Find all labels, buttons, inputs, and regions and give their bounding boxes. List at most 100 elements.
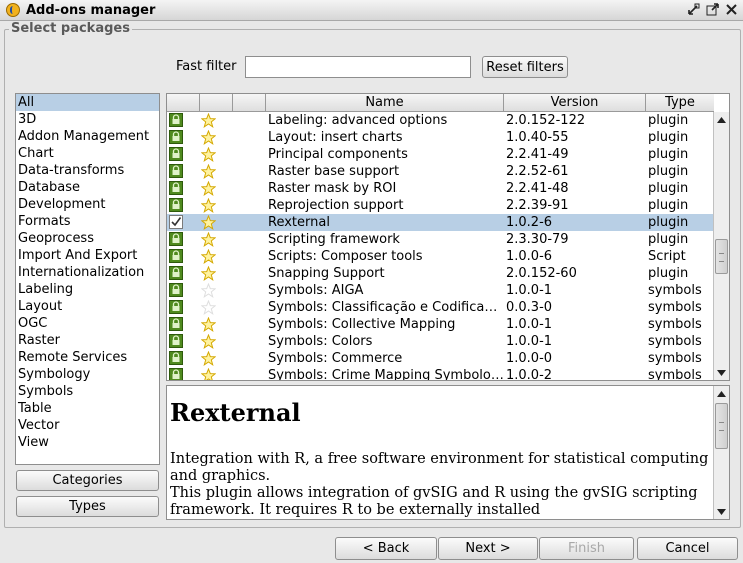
package-version-cell: 2.2.39-91 [506,198,569,213]
table-row[interactable]: Scripts: Composer tools 1.0.0-6 Script [167,248,714,265]
categories-button[interactable]: Categories [16,470,159,491]
category-item[interactable]: Layout [16,298,159,315]
package-type-cell: plugin [648,130,689,145]
category-item[interactable]: OGC [16,315,159,332]
table-row[interactable]: Reprojection support 2.2.39-91 plugin [167,197,714,214]
star-icon [200,265,217,281]
star-icon [200,282,217,298]
description-title: Rexternal [170,398,301,427]
column-header-type[interactable]: Type [646,94,714,112]
package-name-cell: Symbols: Commerce [268,351,403,366]
category-item[interactable]: Symbology [16,366,159,383]
lock-icon [169,232,183,246]
scroll-up-icon[interactable] [714,386,729,401]
package-type-cell: symbols [648,283,702,298]
description-scroll-thumb[interactable] [715,403,728,449]
column-header-status[interactable] [167,94,200,112]
table-row[interactable]: Symbols: Classificação e Codificaçã... 0.… [167,299,714,316]
lock-icon [169,300,183,314]
column-header-name[interactable]: Name [266,94,504,112]
maximize-icon[interactable] [705,2,720,17]
category-list[interactable]: All 3D Addon Management Chart Data-transform… [15,93,160,465]
category-item[interactable]: Internationalization [16,264,159,281]
back-button[interactable]: < Back [335,537,437,560]
category-item[interactable]: Raster [16,332,159,349]
cancel-button[interactable]: Cancel [637,537,738,560]
column-header-rating[interactable] [200,94,233,112]
scroll-up-icon[interactable] [714,112,729,127]
table-row[interactable]: Layout: insert charts 1.0.40-55 plugin [167,129,714,146]
category-item[interactable]: 3D [16,111,159,128]
category-item[interactable]: Development [16,196,159,213]
category-item[interactable]: Vector [16,417,159,434]
star-icon [200,367,217,380]
lock-icon [169,181,183,195]
table-row[interactable]: Labeling: advanced options 2.0.152-122 plu… [167,112,714,129]
next-button[interactable]: Next > [438,537,538,560]
description-line: This plugin allows integration of gvSIG … [170,485,698,501]
scroll-down-icon[interactable] [714,365,729,380]
checkbox-icon[interactable] [169,215,183,229]
minimize-icon[interactable] [686,2,701,17]
package-name-cell: Symbols: Colors [268,334,373,349]
category-item[interactable]: Formats [16,213,159,230]
category-item[interactable]: Data-transforms [16,162,159,179]
lock-icon [169,198,183,212]
category-item[interactable]: Chart [16,145,159,162]
gvsig-logo-icon [6,3,20,17]
star-icon [200,129,217,145]
table-scroll-thumb[interactable] [715,239,728,274]
star-icon [200,299,217,315]
table-row[interactable]: Raster base support 2.2.52-61 plugin [167,163,714,180]
column-header-version[interactable]: Version [504,94,646,112]
cancel-button-label: Cancel [665,541,710,556]
package-version-cell: 2.2.41-49 [506,147,569,162]
category-item[interactable]: Table [16,400,159,417]
package-name-cell: Layout: insert charts [268,130,403,145]
table-row[interactable]: Principal components 2.2.41-49 plugin [167,146,714,163]
category-item[interactable]: Database [16,179,159,196]
group-title: Select packages [9,21,132,36]
table-row[interactable]: Symbols: Collective Mapping 1.0.0-1 symbol… [167,316,714,333]
lock-icon [169,249,183,263]
description-scrollbar[interactable] [713,386,729,519]
finish-button[interactable]: Finish [539,537,634,560]
package-type-cell: symbols [648,300,702,315]
table-row[interactable]: Scripting framework 2.3.30-79 plugin [167,231,714,248]
package-name-cell: Symbols: Collective Mapping [268,317,456,332]
table-row[interactable]: Symbols: AIGA 1.0.0-1 symbols [167,282,714,299]
star-icon [200,214,217,230]
package-version-cell: 1.0.0-0 [506,351,553,366]
category-item[interactable]: Labeling [16,281,159,298]
category-item[interactable]: All [16,94,159,111]
fast-filter-input[interactable] [245,56,471,78]
category-item[interactable]: Import And Export [16,247,159,264]
package-name-cell: Labeling: advanced options [268,113,448,128]
category-item[interactable]: Remote Services [16,349,159,366]
table-row[interactable]: Symbols: Colors 1.0.0-1 symbols [167,333,714,350]
category-item[interactable]: Addon Management [16,128,159,145]
column-header-extra[interactable] [233,94,266,112]
category-item[interactable]: Symbols [16,383,159,400]
category-item[interactable]: Geoprocess [16,230,159,247]
table-row[interactable]: Rexternal 1.0.2-6 plugin [167,214,714,231]
lock-icon [169,164,183,178]
table-row[interactable]: Snapping Support 2.0.152-60 plugin [167,265,714,282]
scroll-down-icon[interactable] [714,504,729,519]
package-version-cell: 1.0.2-6 [506,215,553,230]
table-row[interactable]: Raster mask by ROI 2.2.41-48 plugin [167,180,714,197]
package-version-cell: 2.0.152-122 [506,113,586,128]
package-name-cell: Scripting framework [268,232,400,247]
table-row[interactable]: Symbols: Crime Mapping Symbology... 1.0.0… [167,367,714,380]
table-scrollbar[interactable] [713,112,729,380]
table-row[interactable]: Symbols: Commerce 1.0.0-0 symbols [167,350,714,367]
package-type-cell: plugin [648,164,689,179]
package-type-cell: plugin [648,147,689,162]
package-version-cell: 2.0.152-60 [506,266,577,281]
category-item[interactable]: View [16,434,159,451]
reset-filters-button[interactable]: Reset filters [482,56,568,78]
close-icon[interactable] [724,2,739,17]
description-line: Integration with R, a free software envi… [170,451,709,467]
package-version-cell: 1.0.0-1 [506,317,553,332]
types-button[interactable]: Types [16,496,159,517]
